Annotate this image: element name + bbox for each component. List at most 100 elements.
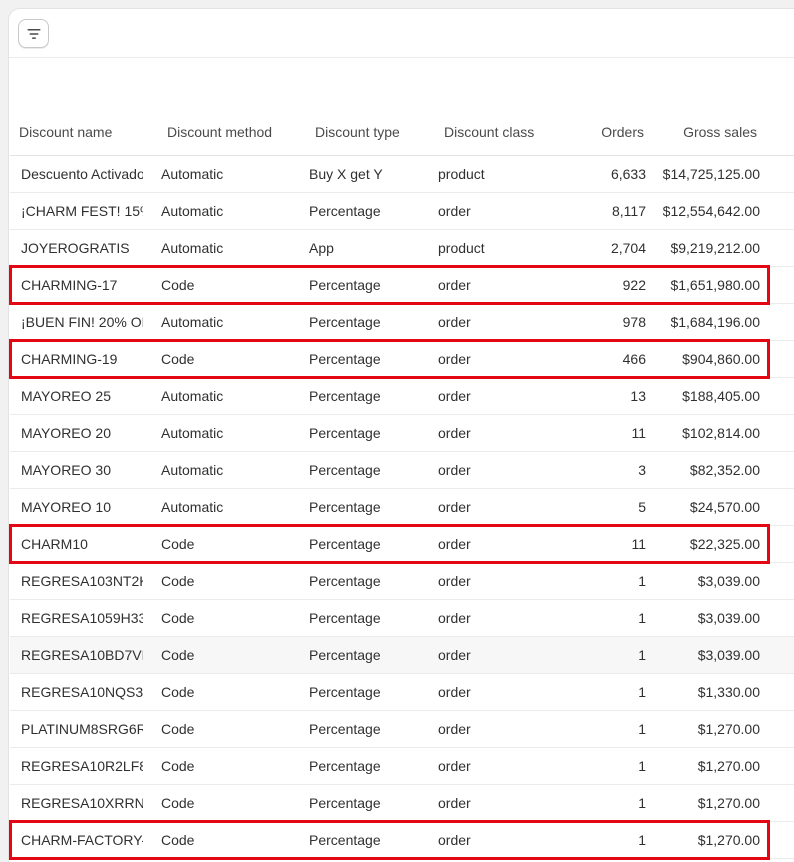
discount-name-cell: CHARM-FACTORY-1 <box>10 821 153 859</box>
overflow-cell <box>764 229 794 267</box>
discount-name-cell: REGRESA10NQS3SF <box>10 673 153 711</box>
discount-name-text: REGRESA10R2LF8N <box>21 757 143 774</box>
orders-cell: 1 <box>572 747 646 785</box>
discount-name-text: ¡BUEN FIN! 20% OFF <box>21 313 143 330</box>
orders-cell: 1 <box>572 710 646 748</box>
discount-method-cell: Automatic <box>153 377 301 415</box>
overflow-cell <box>764 599 794 637</box>
discount-name-text: Descuento Activado <box>21 165 143 182</box>
discount-method-cell: Code <box>153 636 301 674</box>
filter-button[interactable] <box>18 19 49 48</box>
table-header-row: Discount name Discount method Discount t… <box>10 104 794 156</box>
discount-name-cell: CHARMING-19 <box>10 340 153 378</box>
discount-name-cell: Descuento Activado <box>10 155 153 193</box>
column-header-gross-sales[interactable]: Gross sales <box>646 104 764 156</box>
discount-class-cell: order <box>430 303 572 341</box>
discount-type-cell: Percentage <box>301 340 430 378</box>
table-row[interactable]: Descuento Activado Automatic Buy X get Ypr… <box>10 155 794 193</box>
discount-name-text: MAYOREO 30 <box>21 461 111 478</box>
discount-class-cell: product <box>430 155 572 193</box>
discount-class-cell: order <box>430 451 572 489</box>
gross-sales-cell: $9,219,212.00 <box>646 229 764 267</box>
orders-cell: 1 <box>572 673 646 711</box>
overflow-cell <box>764 747 794 785</box>
discount-type-cell: Percentage <box>301 636 430 674</box>
discount-type-cell: Percentage <box>301 377 430 415</box>
table-row[interactable]: REGRESA1059H33F Code Percentage order 1 $3,03… <box>10 599 794 637</box>
table-row[interactable]: ¡CHARM FEST! 15% OFF AutomaticPercentageo… <box>10 192 794 230</box>
overflow-cell <box>764 710 794 748</box>
overflow-cell <box>764 155 794 193</box>
table-row[interactable]: MAYOREO 25 Automatic Percentage order 13 $188… <box>10 377 794 415</box>
table-row[interactable]: MAYOREO 30 Automatic Percentage order 3 $82,3… <box>10 451 794 489</box>
orders-cell: 3 <box>572 451 646 489</box>
table-row[interactable]: CHARM-FACTORY-1 Code Percentage order 1 $1,27… <box>10 821 794 859</box>
overflow-cell <box>764 192 794 230</box>
overflow-cell <box>764 821 794 859</box>
overflow-cell <box>764 562 794 600</box>
discount-name-text: MAYOREO 25 <box>21 387 111 404</box>
orders-cell: 466 <box>572 340 646 378</box>
gross-sales-cell: $82,352.00 <box>646 451 764 489</box>
gross-sales-cell: $3,039.00 <box>646 562 764 600</box>
column-header-discount-method[interactable]: Discount method <box>153 104 301 156</box>
discount-name-text: ¡CHARM FEST! 15% OFF <box>21 202 143 219</box>
discount-method-cell: Automatic <box>153 192 301 230</box>
table-row[interactable]: JOYEROGRATIS Automatic App product 2,704 $9,2… <box>10 229 794 267</box>
discount-type-cell: Percentage <box>301 747 430 785</box>
table-row[interactable]: REGRESA10XRRNGI CodePercentageorder1$1,27… <box>10 784 794 822</box>
discount-class-cell: order <box>430 747 572 785</box>
discount-type-cell: Percentage <box>301 192 430 230</box>
table-row[interactable]: REGRESA10NQS3SF CodePercentageorder1$1,33… <box>10 673 794 711</box>
table-row[interactable]: MAYOREO 10 Automatic Percentage order 5 $24,5… <box>10 488 794 526</box>
discount-class-cell: order <box>430 673 572 711</box>
discount-type-cell: Percentage <box>301 599 430 637</box>
column-header-orders[interactable]: Orders <box>572 104 646 156</box>
gross-sales-cell: $1,270.00 <box>646 821 764 859</box>
discount-name-text: CHARM10 <box>21 535 88 552</box>
discount-type-cell: Percentage <box>301 784 430 822</box>
discount-name-text: CHARMING-17 <box>21 276 118 293</box>
discount-name-text: MAYOREO 10 <box>21 498 111 515</box>
gross-sales-cell: $1,270.00 <box>646 710 764 748</box>
discount-method-cell: Automatic <box>153 229 301 267</box>
table-row[interactable]: REGRESA10BD7VMA CodePercentageorder1$3,03… <box>10 636 794 674</box>
column-header-discount-class[interactable]: Discount class <box>430 104 572 156</box>
overflow-cell <box>764 525 794 563</box>
orders-cell: 11 <box>572 414 646 452</box>
table-row[interactable]: ¡BUEN FIN! 20% OFF AutomaticPercentageord… <box>10 303 794 341</box>
orders-cell: 1 <box>572 562 646 600</box>
discount-class-cell: order <box>430 784 572 822</box>
table-row[interactable]: CHARMING-17 Code Percentage order 922 $1,651,… <box>10 266 794 304</box>
table-row[interactable]: MAYOREO 20 Automatic Percentage order 11 $102… <box>10 414 794 452</box>
discount-name-cell: JOYEROGRATIS <box>10 229 153 267</box>
table-row[interactable]: CHARMING-19 Code Percentage order 466 $904,86… <box>10 340 794 378</box>
column-header-discount-type[interactable]: Discount type <box>301 104 430 156</box>
discount-class-cell: order <box>430 562 572 600</box>
table-row[interactable]: CHARM10 Code Percentage order 11 $22,325.00 <box>10 525 794 563</box>
gross-sales-cell: $22,325.00 <box>646 525 764 563</box>
discount-name-text: PLATINUM8SRG6RJ <box>21 720 143 737</box>
discount-class-cell: order <box>430 414 572 452</box>
orders-cell: 978 <box>572 303 646 341</box>
overflow-cell <box>764 303 794 341</box>
table-row[interactable]: REGRESA10R2LF8N CodePercentageorder1$1,27… <box>10 747 794 785</box>
discount-name-cell: REGRESA10BD7VMA <box>10 636 153 674</box>
discount-class-cell: order <box>430 377 572 415</box>
discount-type-cell: Percentage <box>301 525 430 563</box>
discount-type-cell: Buy X get Y <box>301 155 430 193</box>
overflow-cell <box>764 266 794 304</box>
orders-cell: 922 <box>572 266 646 304</box>
overflow-cell <box>764 636 794 674</box>
column-header-discount-name[interactable]: Discount name <box>10 104 153 156</box>
column-header-overflow <box>764 104 794 156</box>
gross-sales-cell: $14,725,125.00 <box>646 155 764 193</box>
gross-sales-cell: $1,684,196.00 <box>646 303 764 341</box>
table-row[interactable]: PLATINUM8SRG6RJ Code Percentage order 1 $1,27… <box>10 710 794 748</box>
gross-sales-cell: $1,270.00 <box>646 784 764 822</box>
discount-method-cell: Code <box>153 747 301 785</box>
table-row[interactable]: REGRESA103NT2KQ CodePercentageorder1$3,03… <box>10 562 794 600</box>
discount-type-cell: Percentage <box>301 562 430 600</box>
discount-method-cell: Automatic <box>153 155 301 193</box>
discount-type-cell: Percentage <box>301 414 430 452</box>
